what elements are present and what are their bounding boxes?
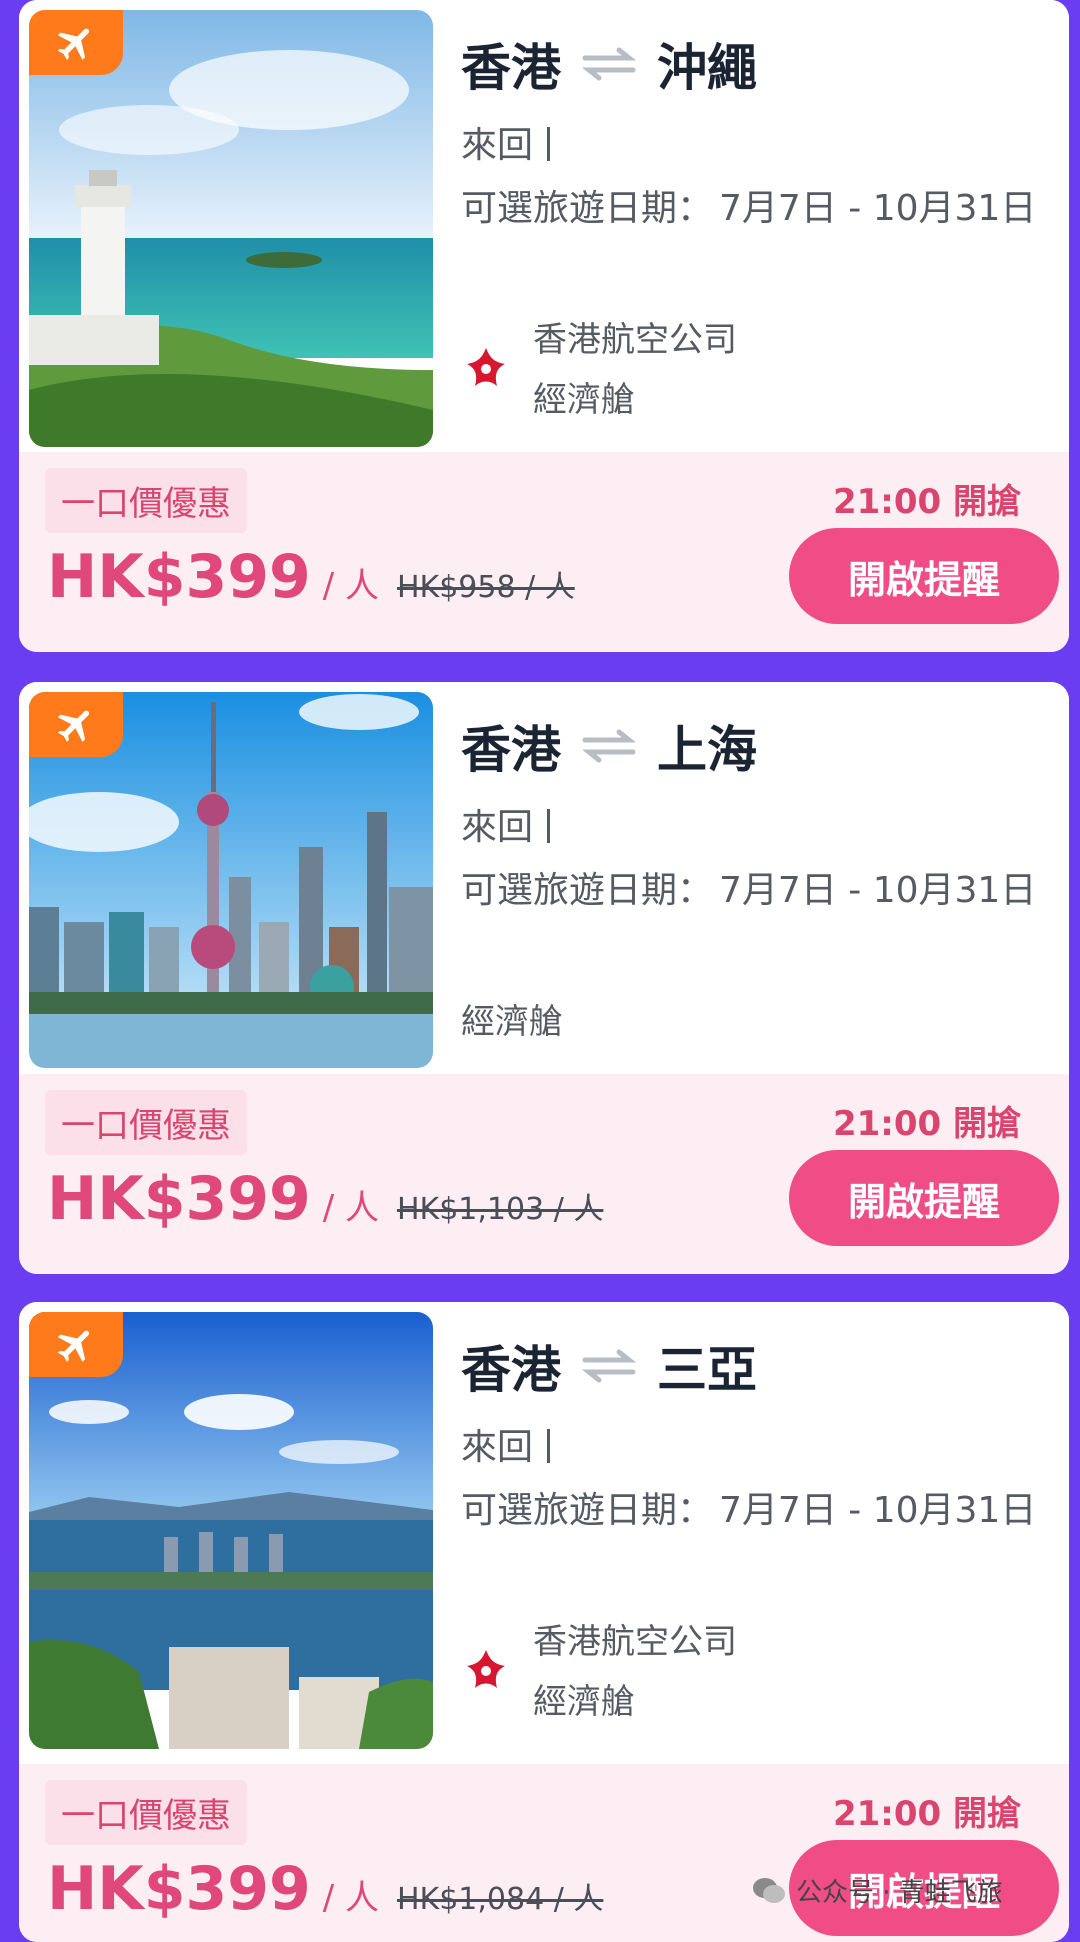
deal-price: HK$399 — [47, 542, 311, 612]
origin-city: 香港 — [461, 1341, 561, 1399]
airplane-icon — [57, 710, 90, 742]
original-price: HK$958 / 人 — [396, 570, 575, 605]
cabin-class: 經濟艙 — [533, 1682, 635, 1722]
origin-city: 香港 — [461, 721, 561, 779]
origin-city: 香港 — [461, 39, 561, 97]
dates-label: 可選旅遊日期： — [461, 1490, 714, 1531]
price-row: HK$399 / 人 HK$1,084 / 人 — [47, 1854, 603, 1924]
flight-badge — [29, 692, 123, 757]
dates-value: 7月7日 - 10月31日 — [719, 870, 1037, 911]
original-price: HK$1,084 / 人 — [396, 1882, 604, 1917]
travel-dates: 可選旅遊日期： 7月7日 - 10月31日 — [461, 178, 1061, 240]
dates-label: 可選旅遊日期： — [461, 188, 714, 229]
deal-price: HK$399 — [47, 1164, 311, 1234]
destination-photo[interactable] — [29, 10, 433, 447]
airplane-icon — [57, 28, 90, 60]
dates-label: 可選旅遊日期： — [461, 870, 714, 911]
dates-value: 7月7日 - 10月31日 — [719, 188, 1037, 229]
deal-price: HK$399 — [47, 1854, 311, 1924]
per-person-label: / 人 — [322, 566, 379, 606]
route-title: 香港 三亞 — [461, 1330, 757, 1402]
airline-info: 香港航空公司 經濟艙 — [461, 1612, 737, 1732]
airline-name: 香港航空公司 — [533, 1622, 737, 1662]
wechat-watermark: 公众号 · 青蛙飞旅 — [752, 1872, 1003, 1909]
original-price: HK$1,103 / 人 — [396, 1192, 604, 1227]
trip-type: 來回 — [461, 1418, 551, 1470]
round-trip-arrows-icon — [581, 729, 637, 763]
sale-open-time: 21:00 開搶 — [832, 1794, 1021, 1834]
airplane-icon — [57, 1330, 90, 1362]
per-person-label: / 人 — [322, 1188, 379, 1228]
deal-card-info: 香港 上海 來回 可選旅遊日期： 7月7日 - 10月31日 經濟艙 — [19, 682, 1069, 1074]
deal-price-section: 一口價優惠 HK$399 / 人 HK$958 / 人 21:00 開搶 開啟提… — [19, 452, 1069, 652]
route-title: 香港 上海 — [461, 710, 757, 782]
round-trip-arrows-icon — [581, 47, 637, 81]
promo-tag: 一口價優惠 — [45, 468, 247, 533]
deal-card-info: 香港 沖繩 來回 可選旅遊日期： 7月7日 - 10月31日 香港航空公司 經濟艙 — [19, 0, 1069, 462]
hong-kong-airlines-logo-icon — [467, 348, 505, 386]
trip-type: 來回 — [461, 116, 551, 168]
travel-dates: 可選旅遊日期： 7月7日 - 10月31日 — [461, 860, 1061, 922]
price-row: HK$399 / 人 HK$958 / 人 — [47, 542, 575, 612]
sale-open-time: 21:00 開搶 — [832, 1104, 1021, 1144]
cabin-class: 經濟艙 — [533, 380, 635, 420]
remind-me-button[interactable]: 開啟提醒 — [789, 1150, 1059, 1246]
destination-photo[interactable] — [29, 1312, 433, 1749]
travel-dates: 可選旅遊日期： 7月7日 - 10月31日 — [461, 1480, 1061, 1542]
wechat-icon — [753, 1877, 785, 1903]
promo-tag: 一口價優惠 — [45, 1780, 247, 1845]
dates-value: 7月7日 - 10月31日 — [719, 1490, 1037, 1531]
cabin-class: 經濟艙 — [461, 1002, 563, 1042]
round-trip-arrows-icon — [581, 1349, 637, 1383]
per-person-label: / 人 — [322, 1878, 379, 1918]
destination-city: 三亞 — [657, 1341, 757, 1399]
price-row: HK$399 / 人 HK$1,103 / 人 — [47, 1164, 603, 1234]
airline-info: 香港航空公司 經濟艙 — [461, 310, 737, 430]
promo-tag: 一口價優惠 — [45, 1090, 247, 1155]
trip-type: 來回 — [461, 798, 551, 850]
deal-card-sanya[interactable]: 香港 三亞 來回 可選旅遊日期： 7月7日 - 10月31日 香港航空公司 經濟艙… — [19, 1302, 1069, 1942]
airline-name: 香港航空公司 — [533, 320, 737, 360]
route-title: 香港 沖繩 — [461, 28, 757, 100]
flight-badge — [29, 10, 123, 75]
watermark-text: 公众号 · 青蛙飞旅 — [796, 1878, 1003, 1908]
deal-card-okinawa[interactable]: 香港 沖繩 來回 可選旅遊日期： 7月7日 - 10月31日 香港航空公司 經濟艙… — [19, 0, 1069, 652]
destination-city: 上海 — [657, 721, 757, 779]
remind-me-button[interactable]: 開啟提醒 — [789, 528, 1059, 624]
deal-card-shanghai[interactable]: 香港 上海 來回 可選旅遊日期： 7月7日 - 10月31日 經濟艙 一口價優惠 … — [19, 682, 1069, 1274]
deal-card-info: 香港 三亞 來回 可選旅遊日期： 7月7日 - 10月31日 香港航空公司 經濟艙 — [19, 1302, 1069, 1764]
sale-open-time: 21:00 開搶 — [832, 482, 1021, 522]
hong-kong-airlines-logo-icon — [467, 1650, 505, 1688]
deal-price-section: 一口價優惠 HK$399 / 人 HK$1,084 / 人 21:00 開搶 開… — [19, 1764, 1069, 1942]
deal-price-section: 一口價優惠 HK$399 / 人 HK$1,103 / 人 21:00 開搶 開… — [19, 1074, 1069, 1274]
destination-city: 沖繩 — [657, 39, 757, 97]
flight-badge — [29, 1312, 123, 1377]
